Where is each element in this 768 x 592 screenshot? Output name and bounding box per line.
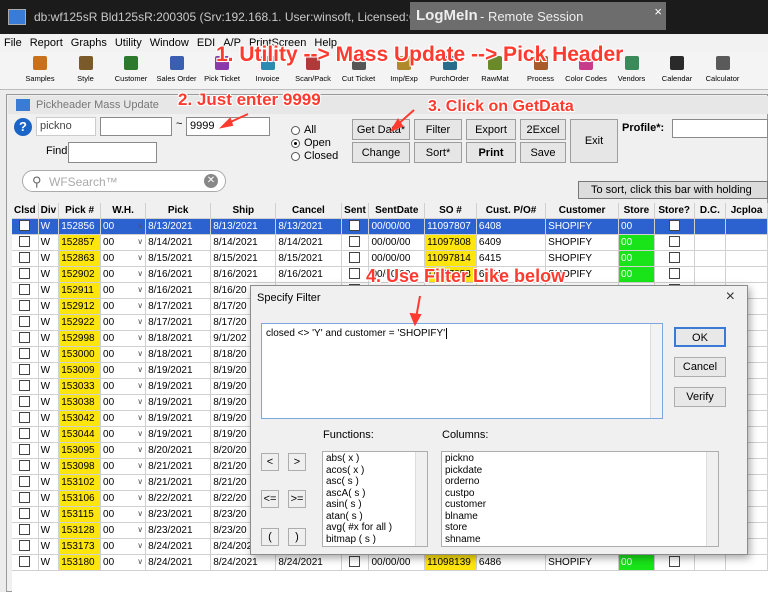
annotation-step1: 1. Utility --> Mass Update --> Pick Head… (216, 43, 624, 66)
annotation-step4: 4. Use Filter Like below (366, 266, 566, 286)
annotation-step2: 2. Just enter 9999 (178, 90, 321, 109)
annotation-step3: 3. Click on GetData (428, 98, 574, 115)
annotation-arrows (218, 109, 422, 327)
arrow-step2-head (218, 117, 234, 129)
arrow-step4-head (409, 312, 422, 327)
